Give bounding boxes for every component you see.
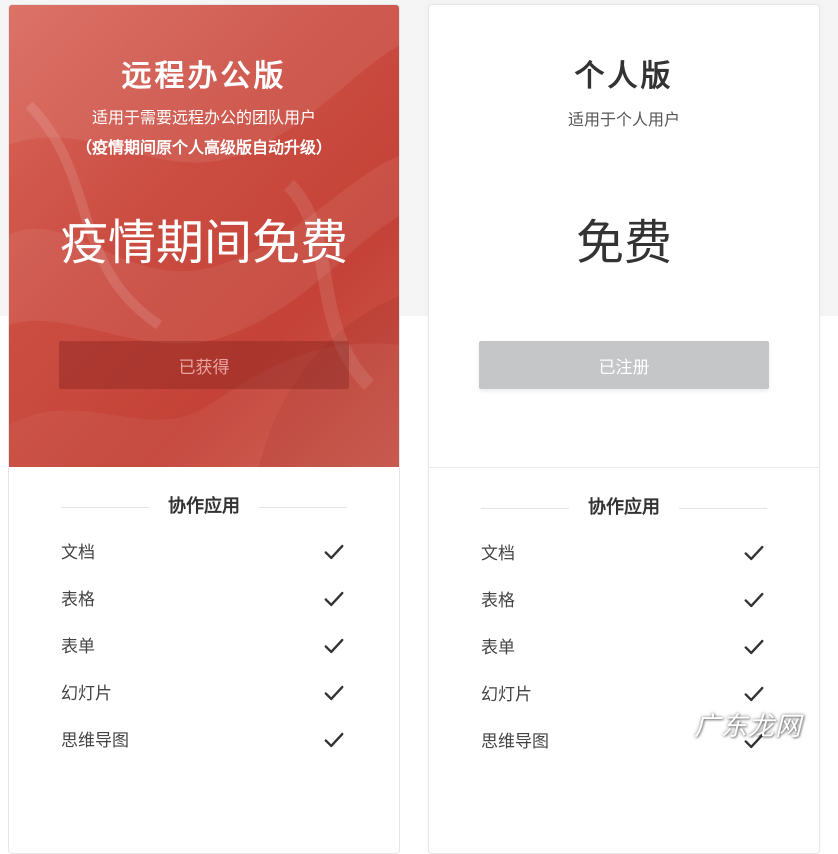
registered-button[interactable]: 已注册 xyxy=(479,341,769,389)
divider-line xyxy=(259,507,347,508)
watermark-text: 广东龙网 xyxy=(693,712,802,742)
plan-price: 免费 xyxy=(575,215,672,271)
feature-label: 表格 xyxy=(61,590,95,610)
divider-line xyxy=(679,508,767,509)
feature-item: 文档 xyxy=(61,541,347,588)
feature-label: 幻灯片 xyxy=(481,685,532,705)
section-title: 协作应用 xyxy=(588,497,660,518)
plan-description: 适用于个人用户 xyxy=(567,110,680,129)
section-header: 协作应用 xyxy=(61,493,347,521)
feature-item: 表单 xyxy=(481,636,767,683)
feature-item: 表格 xyxy=(481,589,767,636)
plan-description: 适用于需要远程办公的团队用户 xyxy=(91,108,316,127)
feature-label: 表单 xyxy=(481,638,515,658)
plan-upgrade-note: （疫情期间原个人高级版自动升级） xyxy=(75,138,332,157)
plan-price: 疫情期间免费 xyxy=(59,215,348,271)
feature-label: 文档 xyxy=(61,543,95,563)
feature-item: 文档 xyxy=(481,542,767,589)
section-header: 协作应用 xyxy=(481,494,767,522)
check-icon xyxy=(744,686,764,702)
check-icon xyxy=(324,685,344,701)
feature-label: 文档 xyxy=(481,544,515,564)
check-icon xyxy=(744,639,764,655)
feature-label: 思维导图 xyxy=(61,731,129,751)
feature-label: 幻灯片 xyxy=(61,684,112,704)
divider-line xyxy=(61,507,149,508)
check-icon xyxy=(324,591,344,607)
feature-item: 表格 xyxy=(61,588,347,635)
feature-item: 表单 xyxy=(61,635,347,682)
feature-item: 幻灯片 xyxy=(61,682,347,729)
plan-card-header: 远程办公版 适用于需要远程办公的团队用户 （疫情期间原个人高级版自动升级） 疫情… xyxy=(9,5,399,467)
feature-list: 文档 表格 表单 幻灯片 思维导图 xyxy=(61,541,347,776)
check-icon xyxy=(744,545,764,561)
feature-label: 表格 xyxy=(481,591,515,611)
check-icon xyxy=(324,638,344,654)
check-icon xyxy=(744,592,764,608)
plan-card-remote-office: 远程办公版 适用于需要远程办公的团队用户 （疫情期间原个人高级版自动升级） 疫情… xyxy=(8,4,400,854)
plan-title: 个人版 xyxy=(574,59,674,94)
feature-label: 表单 xyxy=(61,637,95,657)
divider-line xyxy=(481,508,569,509)
check-icon xyxy=(324,544,344,560)
feature-item: 思维导图 xyxy=(61,729,347,776)
obtained-button[interactable]: 已获得 xyxy=(59,341,349,389)
section-title: 协作应用 xyxy=(168,496,240,517)
check-icon xyxy=(324,732,344,748)
plan-title: 远程办公版 xyxy=(121,59,287,94)
plan-card-header: 个人版 适用于个人用户 免费 已注册 xyxy=(429,5,819,468)
feature-label: 思维导图 xyxy=(481,732,549,752)
